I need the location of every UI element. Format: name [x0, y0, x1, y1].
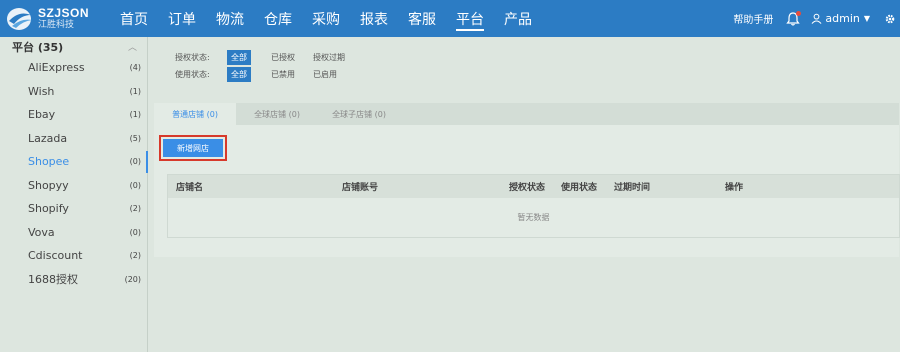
user-icon — [811, 13, 822, 24]
table-header: 店铺名 店铺账号 授权状态 使用状态 过期时间 操作 — [168, 175, 899, 198]
auth-filter-authorized[interactable]: 已授权 — [271, 52, 295, 63]
column-shop-name: 店铺名 — [176, 183, 204, 193]
shop-list-panel: 新增网店 店铺名 店铺账号 授权状态 使用状态 过期时间 操作 暂无数据 — [154, 125, 900, 257]
tab-global-shops[interactable]: 全球店铺 (0) — [236, 103, 318, 125]
sidebar-item-count: (4) — [129, 63, 141, 73]
nav-home[interactable]: 首页 — [110, 0, 158, 37]
chevron-up-icon[interactable]: ︿ — [128, 40, 137, 53]
brand-logo[interactable]: SZJSON 江胜科技 — [0, 0, 100, 37]
sidebar-item-vova[interactable]: Vova (0) — [0, 221, 147, 245]
usage-filter-all[interactable]: 全部 — [227, 67, 251, 82]
column-actions: 操作 — [725, 183, 744, 193]
add-shop-button[interactable]: 新增网店 — [163, 139, 223, 157]
sidebar-header[interactable]: 平台 (35) ︿ — [0, 37, 147, 56]
nav-logistics[interactable]: 物流 — [206, 0, 254, 37]
user-menu[interactable]: admin ▼ — [811, 12, 870, 25]
nav-purchasing[interactable]: 采购 — [302, 0, 350, 37]
sidebar-item-shopee[interactable]: Shopee (0) — [0, 150, 148, 174]
sidebar-item-count: (0) — [129, 180, 141, 190]
nav-warehouse[interactable]: 仓库 — [254, 0, 302, 37]
nav-reports[interactable]: 报表 — [350, 0, 398, 37]
auth-filter-all[interactable]: 全部 — [227, 50, 251, 65]
sidebar-item-1688[interactable]: 1688授权 (20) — [0, 268, 147, 292]
sidebar-item-label: Shopyy — [28, 178, 69, 192]
usage-status-filter: 使用状态: 全部 已禁用 已启用 — [175, 66, 363, 83]
sidebar-item-label: Shopee — [28, 155, 70, 169]
sidebar-item-label: Ebay — [28, 108, 56, 122]
sidebar-item-count: (0) — [129, 157, 141, 167]
sidebar-item-count: (2) — [129, 204, 141, 214]
nav-orders[interactable]: 订单 — [158, 0, 206, 37]
sidebar-item-count: (0) — [129, 227, 141, 237]
brand-name: SZJSON — [38, 6, 90, 20]
notification-dot — [796, 10, 802, 16]
main-nav: 首页 订单 物流 仓库 采购 报表 客服 平台 产品 — [110, 0, 542, 37]
logo-icon — [7, 7, 32, 30]
sidebar-item-lazada[interactable]: Lazada (5) — [0, 127, 147, 151]
sidebar-item-label: Lazada — [28, 131, 68, 145]
column-shop-account: 店铺账号 — [342, 183, 379, 193]
nav-products[interactable]: 产品 — [494, 0, 542, 37]
sidebar-item-shopify[interactable]: Shopify (2) — [0, 197, 147, 221]
gear-icon[interactable] — [884, 13, 896, 25]
nav-platform[interactable]: 平台 — [446, 0, 494, 37]
platform-sidebar: 平台 (35) ︿ AliExpress (4) Wish (1) Ebay (… — [0, 37, 148, 352]
usage-filter-enabled[interactable]: 已启用 — [313, 69, 337, 80]
brand-subtitle: 江胜科技 — [38, 20, 75, 30]
chevron-down-icon: ▼ — [863, 14, 870, 23]
help-manual-link[interactable]: 帮助手册 — [733, 11, 773, 26]
auth-status-label: 授权状态: — [175, 53, 210, 62]
sidebar-item-wish[interactable]: Wish (1) — [0, 80, 147, 104]
sidebar-item-ebay[interactable]: Ebay (1) — [0, 103, 147, 127]
usage-filter-disabled[interactable]: 已禁用 — [271, 69, 295, 80]
tab-global-sub-shops[interactable]: 全球子店铺 (0) — [318, 103, 400, 125]
sidebar-item-label: AliExpress — [28, 61, 85, 75]
notification-bell-icon[interactable] — [785, 10, 802, 27]
sidebar-item-label: Shopify — [28, 202, 69, 216]
sidebar-item-count: (5) — [129, 133, 141, 143]
sidebar-item-aliexpress[interactable]: AliExpress (4) — [0, 56, 147, 80]
sidebar-item-label: Cdiscount — [28, 249, 83, 263]
usage-status-label: 使用状态: — [175, 70, 210, 79]
username: admin — [825, 12, 860, 25]
column-usage-status: 使用状态 — [561, 183, 598, 193]
sidebar-item-count: (1) — [129, 86, 141, 96]
sidebar-item-label: Wish — [28, 84, 55, 98]
column-auth-status: 授权状态 — [509, 183, 546, 193]
sidebar-title: 平台 (35) — [12, 40, 64, 54]
top-navigation-bar: SZJSON 江胜科技 首页 订单 物流 仓库 采购 报表 客服 平台 产品 帮… — [0, 0, 900, 37]
sidebar-item-label: 1688授权 — [28, 273, 78, 287]
shop-table: 店铺名 店铺账号 授权状态 使用状态 过期时间 操作 暂无数据 — [167, 174, 900, 238]
tab-regular-shops[interactable]: 普通店铺 (0) — [154, 103, 236, 125]
sidebar-item-count: (2) — [129, 251, 141, 261]
highlight-box: 新增网店 — [159, 135, 227, 161]
status-filters: 授权状态: 全部 已授权 授权过期 使用状态: 全部 已禁用 已启用 — [175, 49, 363, 83]
empty-state: 暂无数据 — [517, 213, 550, 222]
auth-filter-expired[interactable]: 授权过期 — [313, 52, 345, 63]
sidebar-item-count: (1) — [129, 110, 141, 120]
nav-customer-service[interactable]: 客服 — [398, 0, 446, 37]
sidebar-item-count: (20) — [124, 274, 141, 284]
sidebar-item-cdiscount[interactable]: Cdiscount (2) — [0, 244, 147, 268]
sidebar-item-label: Vova — [28, 225, 55, 239]
shop-type-tabs: 普通店铺 (0) 全球店铺 (0) 全球子店铺 (0) — [154, 103, 899, 125]
main-content: 授权状态: 全部 已授权 授权过期 使用状态: 全部 已禁用 已启用 普通店铺 … — [149, 37, 900, 352]
column-expire-time: 过期时间 — [614, 183, 651, 193]
auth-status-filter: 授权状态: 全部 已授权 授权过期 — [175, 49, 363, 66]
sidebar-item-shopyy[interactable]: Shopyy (0) — [0, 174, 147, 198]
